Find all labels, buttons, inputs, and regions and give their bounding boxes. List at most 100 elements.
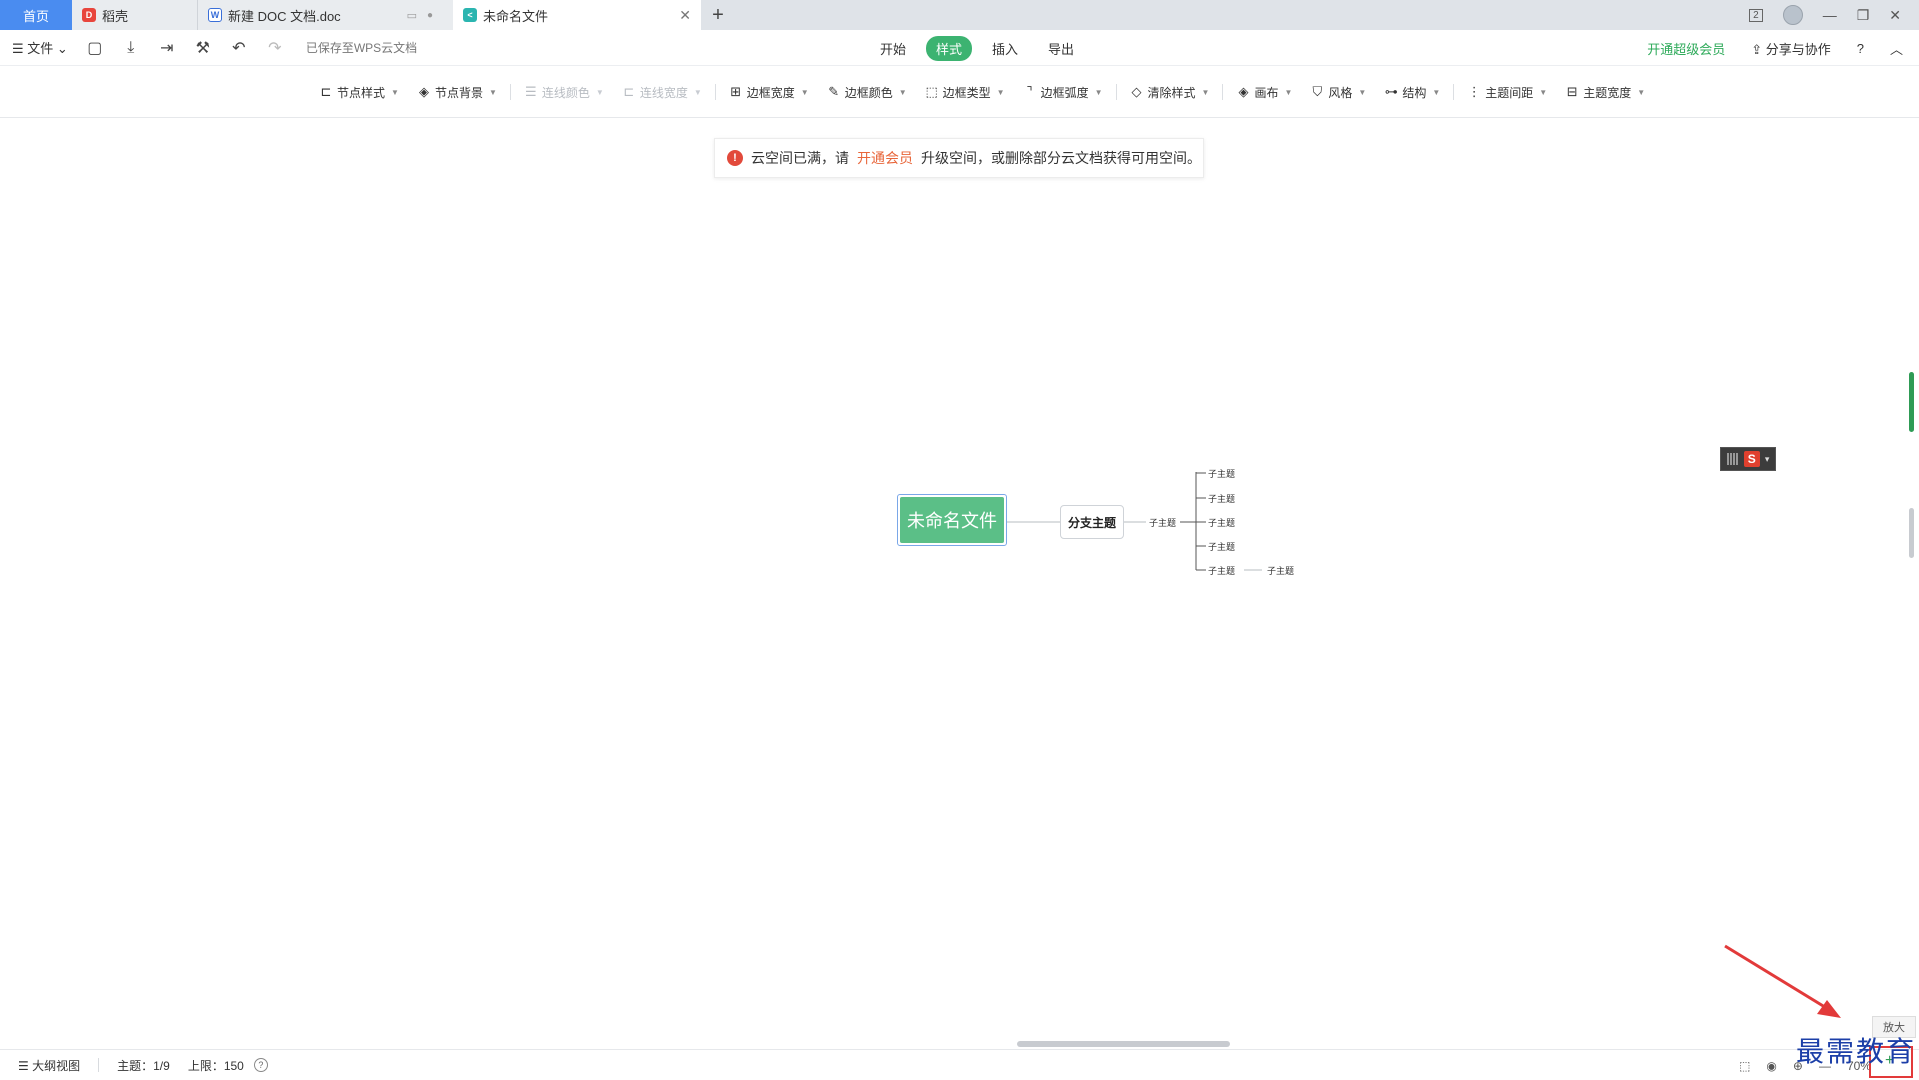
chevron-down-icon: ▼: [391, 87, 399, 97]
chevron-down-icon: ▼: [1432, 87, 1441, 97]
tab-mindmap[interactable]: < 未命名文件 ✕: [453, 0, 701, 30]
share-button[interactable]: ⇪ 分享与协作: [1751, 39, 1831, 58]
horizontal-scrollbar-thumb[interactable]: [1017, 1041, 1230, 1047]
theme-style-label: 风格: [1328, 85, 1353, 100]
topic-width-button[interactable]: ⊟ 主题宽度 ▼: [1556, 84, 1654, 101]
line-width-button[interactable]: ⊏ 连线宽度 ▼: [613, 84, 711, 101]
node-style-button[interactable]: ⊏ 节点样式 ▼: [310, 84, 408, 101]
border-color-button[interactable]: ✎ 边框颜色 ▼: [818, 84, 916, 101]
file-menu-label: 文件: [27, 41, 54, 56]
border-radius-button[interactable]: ⌝ 边框弧度 ▼: [1014, 84, 1112, 101]
download-icon[interactable]: ⤓: [122, 39, 140, 57]
border-width-label: 边框宽度: [746, 85, 795, 100]
chevron-down-icon: ▼: [488, 87, 497, 97]
save-status: 已保存至WPS云文档: [305, 41, 418, 55]
divider: [1222, 84, 1224, 100]
style-toolbar: ⊏ 节点样式 ▼ ◈ 节点背景 ▼ ☰ 连线颜色 ▼ ⊏ 连线宽度 ▼ ⊞ 边框宽度 ▼ ✎ 边框颜色…: [0, 66, 1919, 118]
width-icon: ⊟: [1566, 84, 1578, 99]
divider: [714, 84, 716, 100]
topic-spacing-button[interactable]: ⋮ 主题间距 ▼: [1458, 84, 1556, 101]
chevron-down-icon: ▼: [595, 87, 604, 97]
outline-view-label: 大纲视图: [32, 1058, 81, 1073]
monitor-icon[interactable]: ▭: [407, 9, 417, 22]
avatar[interactable]: [1782, 5, 1803, 25]
tab-export[interactable]: 导出: [1038, 36, 1084, 61]
export-icon[interactable]: ⇥: [158, 38, 176, 58]
border-width-button[interactable]: ⊞ 边框宽度 ▼: [720, 84, 818, 101]
sub-topic-4[interactable]: 子主题: [1208, 540, 1235, 553]
sub-topic-1[interactable]: 子主题: [1208, 467, 1235, 480]
border-type-label: 边框类型: [942, 85, 991, 100]
divider: [1453, 84, 1455, 100]
line-color-button[interactable]: ☰ 连线颜色 ▼: [515, 84, 613, 101]
clear-style-label: 清除样式: [1147, 85, 1196, 100]
tab-doc-label: 新建 DOC 文档.doc: [228, 8, 341, 24]
docer-icon: D: [82, 8, 96, 22]
tab-home[interactable]: 首页: [0, 0, 72, 30]
vertical-scrollbar-thumb[interactable]: [1909, 372, 1914, 432]
pencil-icon: ✎: [828, 84, 840, 99]
format-painter-icon[interactable]: ⚒: [194, 38, 212, 58]
restore-button[interactable]: ❐: [1857, 7, 1870, 24]
sub-topic-2[interactable]: 子主题: [1208, 492, 1235, 505]
structure-icon: ⊶: [1384, 84, 1398, 99]
tab-docer-label: 稻壳: [102, 8, 129, 24]
canvas-button[interactable]: ◈ 画布 ▼: [1227, 84, 1301, 101]
mindmap-canvas[interactable]: [0, 118, 1919, 1048]
select-icon[interactable]: ⬚: [1739, 1059, 1750, 1073]
share-label: 分享与协作: [1765, 41, 1831, 57]
sub-topic-3[interactable]: 子主题: [1208, 516, 1235, 529]
sub-topic-main[interactable]: 子主题: [1149, 516, 1176, 529]
collapse-ribbon-button[interactable]: ︿: [1890, 39, 1903, 58]
vip-button[interactable]: 开通超级会员: [1647, 39, 1725, 58]
sub-topic-child[interactable]: 子主题: [1267, 564, 1294, 577]
minimize-button[interactable]: —: [1823, 7, 1837, 23]
paint-bucket-icon: ◈: [418, 84, 429, 99]
share-icon: ⇪: [1751, 41, 1763, 57]
topic-limit: 上限：150: [187, 1058, 244, 1073]
tab-start[interactable]: 开始: [870, 36, 916, 61]
new-tab-button[interactable]: +: [701, 0, 735, 30]
chevron-down-icon: ▼: [898, 87, 907, 97]
border-type-button[interactable]: ⬚ 边框类型 ▼: [916, 84, 1014, 101]
file-menu[interactable]: ☰ 文件 ⌄: [12, 38, 68, 57]
tab-style[interactable]: 样式: [926, 35, 973, 61]
line-color-icon: ☰: [525, 84, 537, 99]
close-window-button[interactable]: ✕: [1889, 7, 1901, 24]
chevron-down-icon: ▼: [996, 87, 1005, 97]
dashed-box-icon: ⬚: [925, 84, 938, 99]
grid-icon: [1726, 453, 1739, 465]
redo-icon[interactable]: ↷: [266, 38, 284, 58]
tab-doc[interactable]: W 新建 DOC 文档.doc ▭ ●: [198, 0, 453, 30]
root-topic[interactable]: 未命名文件: [897, 494, 1007, 546]
branch-topic[interactable]: 分支主题: [1060, 505, 1124, 539]
sub-topic-5[interactable]: 子主题: [1208, 564, 1235, 577]
border-radius-label: 边框弧度: [1040, 85, 1089, 100]
eraser-icon: ◇: [1131, 84, 1142, 99]
workspace-badge[interactable]: 2: [1749, 8, 1763, 22]
canvas-label: 画布: [1254, 85, 1279, 100]
undo-icon[interactable]: ↶: [230, 38, 248, 58]
structure-label: 结构: [1402, 85, 1427, 100]
mindmap-connectors: [1007, 472, 1262, 571]
tab-insert[interactable]: 插入: [982, 36, 1028, 61]
ime-toolbar[interactable]: S ▾: [1720, 447, 1776, 471]
divider: [1115, 84, 1117, 100]
chevron-down-icon: ▼: [1284, 87, 1293, 97]
help-icon[interactable]: ?: [253, 1058, 268, 1072]
chevron-down-icon: ▼: [800, 87, 809, 97]
theme-style-button[interactable]: ⛉ 风格 ▼: [1301, 84, 1375, 101]
save-icon[interactable]: ▢: [86, 38, 104, 58]
eye-icon[interactable]: ◉: [1766, 1059, 1776, 1073]
chevron-down-icon: ▾: [1764, 453, 1770, 464]
vertical-scrollbar-handle[interactable]: [1909, 508, 1914, 558]
structure-button[interactable]: ⊶ 结构 ▼: [1375, 84, 1449, 101]
clear-style-button[interactable]: ◇ 清除样式 ▼: [1121, 84, 1219, 101]
help-button[interactable]: ?: [1857, 41, 1864, 56]
outline-view-button[interactable]: ☰ 大纲视图: [18, 1057, 80, 1074]
close-tab-icon[interactable]: ✕: [679, 7, 691, 24]
node-background-button[interactable]: ◈ 节点背景 ▼: [408, 84, 506, 101]
window-controls: 2 — ❐ ✕: [1749, 0, 1919, 30]
tab-docer[interactable]: D 稻壳: [72, 0, 198, 30]
tab-bar: 首页 D 稻壳 W 新建 DOC 文档.doc ▭ ● < 未命名文件 ✕ + …: [0, 0, 1919, 30]
